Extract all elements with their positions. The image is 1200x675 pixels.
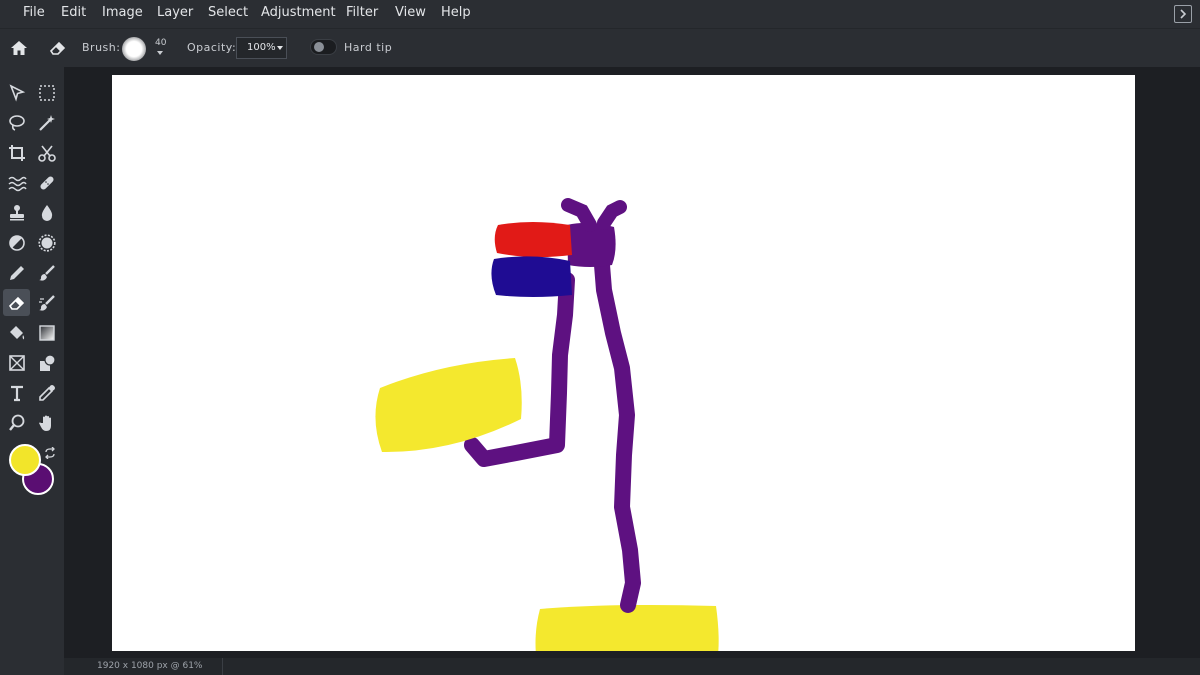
sponge-button[interactable] — [33, 229, 60, 256]
brush-size-value[interactable]: 40 — [155, 38, 166, 48]
shape-icon — [39, 353, 56, 371]
dodge-burn-icon — [8, 234, 25, 251]
eyedropper-icon — [38, 384, 55, 401]
blur-button[interactable] — [33, 199, 60, 226]
hard-tip-toggle[interactable] — [310, 39, 337, 55]
tools-panel — [0, 67, 64, 675]
current-tool-indicator — [48, 38, 68, 58]
brush-preview[interactable] — [122, 37, 146, 61]
menu-view[interactable]: View — [395, 5, 426, 20]
yellow-block-left — [375, 358, 522, 453]
menu-adjustment[interactable]: Adjustment — [261, 5, 336, 20]
shape-button[interactable] — [33, 349, 60, 376]
purple-stroke-body — [592, 232, 641, 613]
gradient-icon — [38, 324, 55, 341]
healing-button[interactable] — [33, 169, 60, 196]
swap-colors-icon[interactable] — [44, 447, 56, 459]
eraser-tool-button[interactable] — [3, 289, 30, 316]
purple-antenna-right — [597, 200, 627, 230]
smudge-brush-icon — [38, 294, 55, 311]
menu-image[interactable]: Image — [102, 5, 143, 20]
pencil-button[interactable] — [3, 259, 30, 286]
healing-bandage-icon — [39, 175, 54, 190]
scissors-button[interactable] — [33, 139, 60, 166]
home-icon — [11, 41, 27, 55]
clone-stamp-icon — [9, 204, 24, 220]
home-button[interactable] — [9, 38, 29, 58]
hand-button[interactable] — [33, 409, 60, 436]
blur-drop-icon — [41, 204, 52, 221]
menu-select[interactable]: Select — [208, 5, 248, 20]
red-block — [494, 222, 572, 258]
eyedropper-button[interactable] — [33, 379, 60, 406]
brush-label: Brush: — [82, 41, 121, 54]
opacity-value: 100% — [247, 42, 276, 53]
frame-button[interactable] — [3, 349, 30, 376]
magic-wand-icon — [38, 114, 55, 131]
eraser-icon — [8, 296, 24, 310]
menu-help[interactable]: Help — [441, 5, 471, 20]
brush-icon — [38, 264, 55, 281]
panel-toggle-button[interactable] — [1174, 5, 1192, 23]
crop-icon — [8, 144, 25, 161]
purple-antenna-left — [561, 198, 597, 232]
document-canvas[interactable] — [112, 75, 1135, 651]
dodge-burn-button[interactable] — [3, 229, 30, 256]
hard-tip-label: Hard tip — [344, 41, 393, 54]
menu-file[interactable]: File — [23, 5, 45, 20]
eraser-icon — [49, 41, 66, 55]
toggle-knob — [314, 42, 324, 52]
liquify-icon — [7, 176, 27, 191]
drawing — [375, 198, 719, 651]
clone-stamp-button[interactable] — [3, 199, 30, 226]
chevron-down-icon[interactable] — [157, 51, 163, 55]
menu-filter[interactable]: Filter — [346, 5, 378, 20]
sponge-icon — [37, 233, 56, 252]
paint-bucket-icon — [9, 325, 24, 339]
status-divider — [222, 658, 223, 675]
paint-bucket-button[interactable] — [3, 319, 30, 346]
marquee-select-icon — [38, 84, 55, 101]
text-button[interactable] — [3, 379, 30, 406]
lasso-button[interactable] — [3, 109, 30, 136]
zoom-button[interactable] — [3, 409, 30, 436]
text-icon — [10, 385, 23, 401]
opacity-label: Opacity: — [187, 41, 237, 54]
hand-icon — [38, 415, 51, 431]
foreground-color-swatch[interactable] — [9, 444, 41, 476]
lasso-icon — [8, 114, 25, 131]
smudge-button[interactable] — [33, 289, 60, 316]
magic-wand-button[interactable] — [33, 109, 60, 136]
crop-button[interactable] — [3, 139, 30, 166]
blue-block — [491, 256, 572, 297]
marquee-select-button[interactable] — [33, 79, 60, 106]
tool-options-bar: Brush: 40 Opacity: 100% Hard tip — [0, 28, 1200, 67]
zoom-icon — [8, 414, 24, 431]
menu-layer[interactable]: Layer — [157, 5, 193, 20]
liquify-button[interactable] — [3, 169, 30, 196]
menu-edit[interactable]: Edit — [61, 5, 86, 20]
scissors-icon — [37, 145, 56, 162]
chevron-right-icon — [1180, 9, 1187, 19]
chevron-down-icon — [277, 46, 283, 50]
pencil-icon — [9, 265, 24, 280]
frame-icon — [8, 354, 25, 371]
document-info: 1920 x 1080 px @ 61% — [97, 661, 203, 671]
gradient-button[interactable] — [33, 319, 60, 346]
status-bar: 1920 x 1080 px @ 61% — [64, 658, 1200, 675]
menu-bar: File Edit Image Layer Select Adjustment … — [0, 0, 1200, 28]
brush-button[interactable] — [33, 259, 60, 286]
move-tool-icon — [9, 83, 25, 102]
move-tool-button[interactable] — [3, 79, 30, 106]
